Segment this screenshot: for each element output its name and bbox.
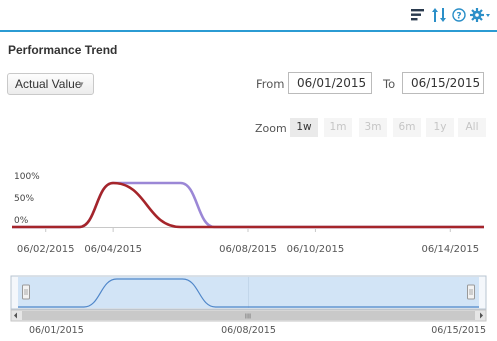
x-tick-label: 06/14/2015 [421,244,479,255]
scrollbar-grip: III [245,313,251,321]
navigator-date-label: 06/08/2015 [221,325,276,336]
y-tick-label: 0% [14,216,29,226]
navigator-right-handle[interactable] [467,284,475,300]
navigator-date-label: 06/15/2015 [431,325,486,336]
navigator-scrollbar[interactable]: III [10,309,487,322]
navigator-left-handle[interactable] [22,284,30,300]
x-tick-label: 06/02/2015 [17,244,75,255]
x-tick-label: 06/08/2015 [219,244,277,255]
x-tick-label: 06/10/2015 [287,244,345,255]
trend-chart: 100% 50% 0% 06/02/2015 06/04/2015 06/08/2015 0… [10,172,487,336]
y-tick-label: 50% [14,194,34,204]
y-tick-label: 100% [14,172,40,182]
x-tick-label: 06/04/2015 [84,244,142,255]
series-line-1 [11,181,484,229]
navigator-date-label: 06/01/2015 [29,325,84,336]
series-line-2 [11,181,484,229]
